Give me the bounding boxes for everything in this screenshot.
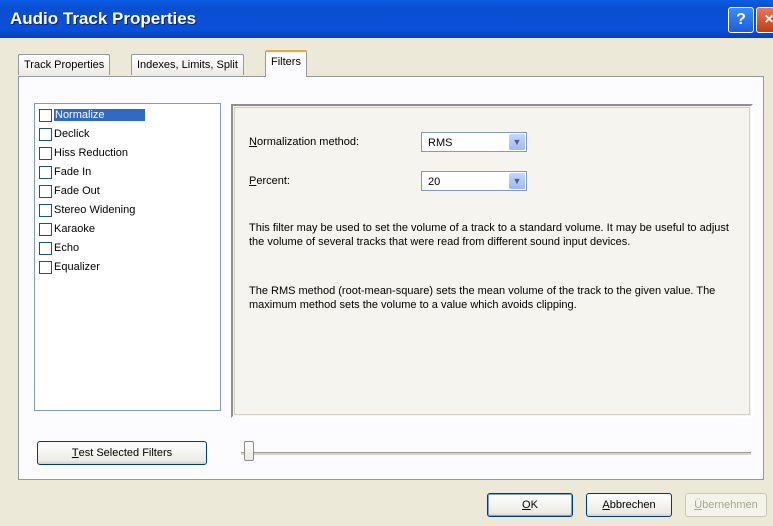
apply-button[interactable]: Übernehmen bbox=[685, 493, 767, 517]
filter-item-normalize[interactable]: Normalize bbox=[39, 106, 145, 124]
filter-label: Normalize bbox=[54, 109, 145, 121]
filter-settings-panel: Normalization method: RMS ▼ Percent: 20 … bbox=[231, 104, 753, 418]
filter-checkbox[interactable] bbox=[39, 184, 52, 198]
filters-tab-panel: Normalize Declick Hiss Reduction Fade In… bbox=[18, 76, 764, 480]
filter-label: Hiss Reduction bbox=[54, 147, 128, 159]
filter-checkbox[interactable] bbox=[39, 241, 52, 255]
close-button[interactable]: × bbox=[756, 7, 773, 33]
filter-settings-inner: Normalization method: RMS ▼ Percent: 20 … bbox=[234, 107, 750, 415]
filter-label: Declick bbox=[54, 128, 90, 140]
filter-item-fade-in[interactable]: Fade In bbox=[39, 163, 91, 181]
test-selected-filters-button[interactable]: Test Selected Filters bbox=[37, 441, 207, 465]
filter-checkbox[interactable] bbox=[39, 108, 52, 122]
filter-list[interactable]: Normalize Declick Hiss Reduction Fade In… bbox=[34, 103, 221, 411]
normalization-method-label: Normalization method: bbox=[249, 136, 360, 148]
tab-indexes-limits-split[interactable]: Indexes, Limits, Split bbox=[131, 54, 244, 75]
method-description: The RMS method (root-mean-square) sets t… bbox=[249, 285, 716, 311]
preview-slider-thumb[interactable] bbox=[244, 441, 254, 461]
help-icon: ? bbox=[736, 11, 746, 28]
filter-label: Echo bbox=[54, 242, 80, 254]
cancel-button[interactable]: Abbrechen bbox=[586, 493, 672, 517]
filter-label: Fade Out bbox=[54, 185, 100, 197]
percent-label: Percent: bbox=[249, 175, 290, 187]
filter-checkbox[interactable] bbox=[39, 222, 52, 236]
normalization-method-select[interactable]: RMS ▼ bbox=[421, 132, 527, 152]
filter-description: This filter may be used to set the volum… bbox=[249, 222, 729, 248]
close-icon: × bbox=[764, 11, 773, 28]
chevron-down-icon[interactable]: ▼ bbox=[509, 173, 525, 189]
filter-item-karaoke[interactable]: Karaoke bbox=[39, 220, 95, 238]
filter-label: Stereo Widening bbox=[54, 204, 136, 216]
filter-item-equalizer[interactable]: Equalizer bbox=[39, 258, 100, 276]
tab-label: Filters bbox=[271, 56, 301, 68]
chevron-down-icon[interactable]: ▼ bbox=[509, 134, 525, 150]
filter-label: Karaoke bbox=[54, 223, 95, 235]
filter-label: Fade In bbox=[54, 166, 92, 178]
help-button[interactable]: ? bbox=[728, 7, 754, 33]
ok-button[interactable]: OK bbox=[487, 493, 573, 517]
window-title: Audio Track Properties bbox=[10, 9, 197, 28]
filter-checkbox[interactable] bbox=[39, 127, 52, 141]
filter-item-echo[interactable]: Echo bbox=[39, 239, 79, 257]
tab-label: Track Properties bbox=[24, 59, 105, 71]
filter-item-stereo-widening[interactable]: Stereo Widening bbox=[39, 201, 135, 219]
filter-checkbox[interactable] bbox=[39, 203, 52, 217]
preview-slider-track[interactable] bbox=[241, 452, 751, 455]
percent-select[interactable]: 20 ▼ bbox=[421, 171, 527, 191]
select-value: RMS bbox=[428, 137, 453, 149]
filter-checkbox[interactable] bbox=[39, 260, 52, 274]
dialog-window: Audio Track Properties ? × Track Propert… bbox=[0, 0, 773, 526]
filter-label: Equalizer bbox=[54, 261, 100, 273]
filter-item-hiss-reduction[interactable]: Hiss Reduction bbox=[39, 144, 128, 162]
filter-checkbox[interactable] bbox=[39, 165, 52, 179]
filter-item-declick[interactable]: Declick bbox=[39, 125, 89, 143]
tab-track-properties[interactable]: Track Properties bbox=[18, 54, 111, 75]
select-value: 20 bbox=[428, 176, 441, 188]
filter-item-fade-out[interactable]: Fade Out bbox=[39, 182, 100, 200]
tab-label: Indexes, Limits, Split bbox=[137, 59, 238, 71]
title-bar[interactable]: Audio Track Properties ? × bbox=[0, 0, 773, 38]
filter-checkbox[interactable] bbox=[39, 146, 52, 160]
tab-filters[interactable]: Filters bbox=[265, 50, 307, 77]
